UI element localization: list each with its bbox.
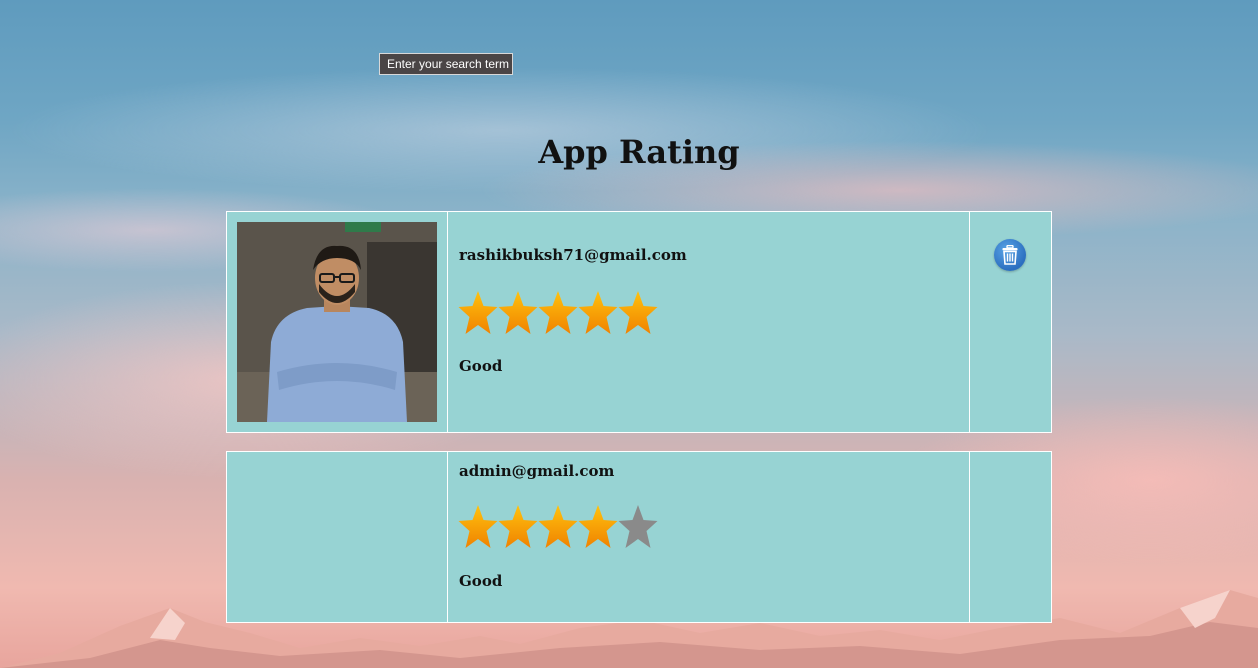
review-info-cell: rashikbuksh71@gmail.com Good (448, 212, 970, 432)
rating-card: admin@gmail.com Good (226, 451, 1052, 623)
photo-cell (227, 212, 448, 432)
review-comment: Good (459, 357, 503, 375)
star-filled-icon (538, 505, 578, 548)
reviewer-email: rashikbuksh71@gmail.com (459, 246, 687, 264)
star-filled-icon (618, 291, 658, 334)
star-filled-icon (458, 291, 498, 334)
reviewer-email: admin@gmail.com (459, 462, 615, 480)
star-filled-icon (498, 505, 538, 548)
star-rating (458, 290, 658, 336)
user-avatar (237, 222, 437, 422)
action-cell (970, 212, 1051, 432)
review-comment: Good (459, 572, 503, 590)
delete-button[interactable] (994, 239, 1026, 271)
page-title: App Rating (538, 133, 740, 171)
star-rating (458, 504, 658, 550)
photo-cell (227, 452, 448, 622)
search-input[interactable] (379, 53, 513, 75)
review-info-cell: admin@gmail.com Good (448, 452, 970, 622)
star-empty-icon (618, 505, 658, 548)
rating-card: rashikbuksh71@gmail.com Good (226, 211, 1052, 433)
trash-icon (1002, 245, 1018, 265)
action-cell (970, 452, 1051, 622)
star-filled-icon (578, 291, 618, 334)
star-filled-icon (578, 505, 618, 548)
star-filled-icon (458, 505, 498, 548)
star-filled-icon (498, 291, 538, 334)
star-filled-icon (538, 291, 578, 334)
